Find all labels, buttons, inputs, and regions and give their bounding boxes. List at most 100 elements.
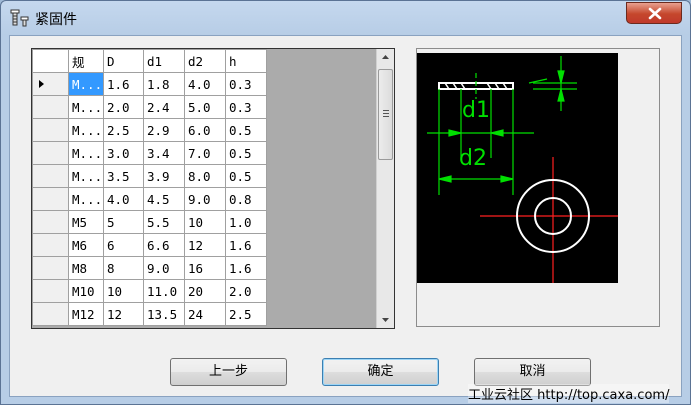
cell-h[interactable]: 0.5 <box>225 118 267 142</box>
cell-d2[interactable]: 24 <box>184 302 226 326</box>
cell-D[interactable]: 6 <box>103 233 144 257</box>
row-selector[interactable] <box>32 118 69 142</box>
cell-D[interactable]: 5 <box>103 210 144 234</box>
row-selector[interactable] <box>32 233 69 257</box>
cell-h[interactable]: 1.0 <box>225 210 267 234</box>
fastener-app-icon <box>10 9 30 27</box>
cell-d1[interactable]: 9.0 <box>143 256 185 280</box>
cell-D[interactable]: 2.5 <box>103 118 144 142</box>
cell-h[interactable]: 0.5 <box>225 164 267 188</box>
cell-d2[interactable]: 12 <box>184 233 226 257</box>
cell-spec[interactable]: M... <box>68 187 104 211</box>
cell-h[interactable]: 0.5 <box>225 141 267 165</box>
cell-h[interactable]: 2.5 <box>225 302 267 326</box>
cell-D[interactable]: 3.5 <box>103 164 144 188</box>
cell-D[interactable]: 10 <box>103 279 144 303</box>
fastener-dialog: 紧固件 规 D d1 d2 h M... 1.6 1.8 4.0 0.3 M..… <box>0 0 691 405</box>
cell-spec[interactable]: M... <box>68 95 104 119</box>
row-selector[interactable] <box>32 95 69 119</box>
scroll-up-arrow-icon[interactable] <box>377 49 394 66</box>
table-row[interactable]: M... 2.5 2.9 6.0 0.5 <box>32 118 267 142</box>
cell-h[interactable]: 0.3 <box>225 72 267 96</box>
table-row[interactable]: M12 12 13.5 24 2.5 <box>32 302 267 326</box>
cell-D[interactable]: 4.0 <box>103 187 144 211</box>
cell-d2[interactable]: 20 <box>184 279 226 303</box>
row-selector[interactable] <box>32 302 69 326</box>
cell-D[interactable]: 8 <box>103 256 144 280</box>
cell-D[interactable]: 12 <box>103 302 144 326</box>
washer-preview-frame: d1 d2 <box>416 48 660 327</box>
table-row[interactable]: M8 8 9.0 16 1.6 <box>32 256 267 280</box>
cell-d2[interactable]: 8.0 <box>184 164 226 188</box>
cell-D[interactable]: 2.0 <box>103 95 144 119</box>
table-row[interactable]: M... 1.6 1.8 4.0 0.3 <box>32 72 267 96</box>
row-selector[interactable] <box>32 210 69 234</box>
column-header-h[interactable]: h <box>225 49 267 73</box>
grip-line <box>383 110 389 111</box>
cell-d1[interactable]: 2.4 <box>143 95 185 119</box>
cell-d2[interactable]: 9.0 <box>184 187 226 211</box>
table-row[interactable]: M... 4.0 4.5 9.0 0.8 <box>32 187 267 211</box>
cell-D[interactable]: 1.6 <box>103 72 144 96</box>
cell-h[interactable]: 2.0 <box>225 279 267 303</box>
table-row[interactable]: M6 6 6.6 12 1.6 <box>32 233 267 257</box>
cell-d2[interactable]: 4.0 <box>184 72 226 96</box>
cell-spec[interactable]: M8 <box>68 256 104 280</box>
cell-d2[interactable]: 5.0 <box>184 95 226 119</box>
column-header-spec[interactable]: 规 <box>68 49 104 73</box>
column-header-D[interactable]: D <box>103 49 144 73</box>
scroll-thumb[interactable] <box>378 69 393 160</box>
cell-spec[interactable]: M... <box>68 141 104 165</box>
cancel-button[interactable]: 取消 <box>474 358 591 386</box>
cell-D[interactable]: 3.0 <box>103 141 144 165</box>
cell-d1[interactable]: 13.5 <box>143 302 185 326</box>
row-selector[interactable] <box>32 72 69 96</box>
cell-spec[interactable]: M10 <box>68 279 104 303</box>
table-row[interactable]: M5 5 5.5 10 1.0 <box>32 210 267 234</box>
fastener-spec-grid[interactable]: 规 D d1 d2 h M... 1.6 1.8 4.0 0.3 M... 2.… <box>31 48 395 329</box>
cell-h[interactable]: 0.3 <box>225 95 267 119</box>
cell-spec[interactable]: M12 <box>68 302 104 326</box>
cell-d1[interactable]: 2.9 <box>143 118 185 142</box>
cell-spec[interactable]: M5 <box>68 210 104 234</box>
cell-spec[interactable]: M... <box>68 118 104 142</box>
cell-d2[interactable]: 10 <box>184 210 226 234</box>
grip-line <box>383 113 389 114</box>
cell-d2[interactable]: 7.0 <box>184 141 226 165</box>
cell-d1[interactable]: 11.0 <box>143 279 185 303</box>
cell-d1[interactable]: 4.5 <box>143 187 185 211</box>
title-bar: 紧固件 <box>1 1 690 35</box>
cell-spec[interactable]: M... <box>68 164 104 188</box>
cell-d1[interactable]: 6.6 <box>143 233 185 257</box>
cell-d2[interactable]: 16 <box>184 256 226 280</box>
grid-vertical-scrollbar[interactable] <box>376 49 394 328</box>
cell-h[interactable]: 0.8 <box>225 187 267 211</box>
cell-d1[interactable]: 3.4 <box>143 141 185 165</box>
column-header-d2[interactable]: d2 <box>184 49 226 73</box>
cell-d1[interactable]: 1.8 <box>143 72 185 96</box>
row-header-corner <box>32 49 69 73</box>
table-row[interactable]: M... 2.0 2.4 5.0 0.3 <box>32 95 267 119</box>
row-selector[interactable] <box>32 279 69 303</box>
d1-dimension-label: d1 <box>462 98 490 123</box>
cell-spec[interactable]: M6 <box>68 233 104 257</box>
previous-step-button[interactable]: 上一步 <box>170 358 287 386</box>
table-row[interactable]: M... 3.5 3.9 8.0 0.5 <box>32 164 267 188</box>
cell-h[interactable]: 1.6 <box>225 256 267 280</box>
scroll-down-arrow-icon[interactable] <box>377 311 394 328</box>
ok-button[interactable]: 确定 <box>322 358 439 386</box>
row-selector[interactable] <box>32 164 69 188</box>
table-row[interactable]: M... 3.0 3.4 7.0 0.5 <box>32 141 267 165</box>
close-button[interactable] <box>626 2 682 24</box>
cell-spec[interactable]: M... <box>68 72 104 96</box>
column-header-d1[interactable]: d1 <box>143 49 185 73</box>
cell-h[interactable]: 1.6 <box>225 233 267 257</box>
row-selector[interactable] <box>32 187 69 211</box>
table-row[interactable]: M10 10 11.0 20 2.0 <box>32 279 267 303</box>
cell-d2[interactable]: 6.0 <box>184 118 226 142</box>
cell-d1[interactable]: 3.9 <box>143 164 185 188</box>
cell-d1[interactable]: 5.5 <box>143 210 185 234</box>
row-selector[interactable] <box>32 141 69 165</box>
washer-preview-drawing: d1 d2 <box>417 53 618 283</box>
row-selector[interactable] <box>32 256 69 280</box>
